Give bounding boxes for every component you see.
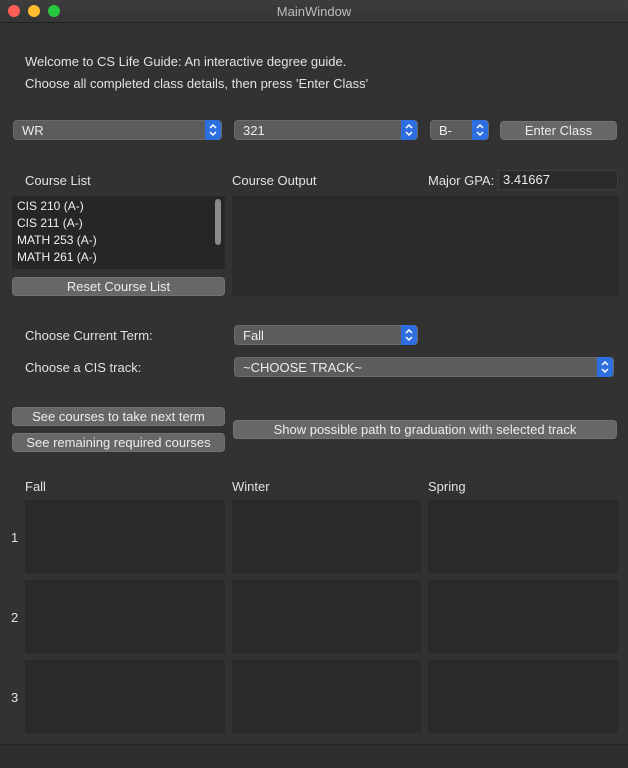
chevron-updown-icon [205, 120, 221, 140]
intro-welcome-text: Welcome to CS Life Guide: An interactive… [25, 54, 347, 69]
graduation-path-button[interactable]: Show possible path to graduation with se… [233, 420, 617, 439]
chevron-updown-icon [472, 120, 488, 140]
grid-row-number: 1 [11, 530, 19, 545]
grid-cell-fall-3 [25, 660, 225, 733]
grid-cell-fall-2 [25, 580, 225, 653]
major-gpa-field[interactable]: 3.41667 [498, 170, 618, 190]
major-gpa-label: Major GPA: [428, 173, 495, 188]
grid-cell-spring-3 [428, 660, 618, 733]
remaining-courses-button[interactable]: See remaining required courses [12, 433, 225, 452]
grid-header-spring: Spring [428, 479, 466, 494]
reset-course-list-button[interactable]: Reset Course List [12, 277, 225, 296]
current-term-label: Choose Current Term: [25, 328, 153, 343]
next-term-courses-button[interactable]: See courses to take next term [12, 407, 225, 426]
grade-select[interactable]: B- [430, 120, 489, 140]
enter-class-button[interactable]: Enter Class [500, 121, 617, 140]
grid-cell-winter-1 [232, 500, 421, 573]
course-number-select-value: 321 [243, 123, 265, 138]
list-item[interactable]: CIS 211 (A-) [17, 216, 83, 230]
list-item[interactable]: CIS 210 (A-) [17, 199, 84, 213]
title-bar: MainWindow [0, 0, 628, 23]
grid-cell-fall-1 [25, 500, 225, 573]
cis-track-label: Choose a CIS track: [25, 360, 142, 375]
cis-track-select[interactable]: ~CHOOSE TRACK~ [234, 357, 614, 377]
subject-select-value: WR [22, 123, 44, 138]
subject-select[interactable]: WR [13, 120, 222, 140]
course-output-label: Course Output [232, 173, 317, 188]
grid-row-number: 2 [11, 610, 19, 625]
grid-row-number: 3 [11, 690, 19, 705]
current-term-select[interactable]: Fall [234, 325, 418, 345]
window-title: MainWindow [276, 4, 352, 19]
grid-header-winter: Winter [232, 479, 270, 494]
course-number-select[interactable]: 321 [234, 120, 418, 140]
grid-cell-spring-1 [428, 500, 618, 573]
course-list[interactable]: CIS 210 (A-) CIS 211 (A-) MATH 253 (A-) … [12, 196, 225, 269]
grade-select-value: B- [439, 123, 452, 138]
grid-cell-winter-3 [232, 660, 421, 733]
status-bar [0, 744, 628, 768]
course-list-scrollbar[interactable] [215, 199, 221, 245]
intro-instructions-text: Choose all completed class details, then… [25, 76, 369, 91]
course-output-panel [232, 196, 618, 296]
chevron-updown-icon [597, 357, 613, 377]
cis-track-select-value: ~CHOOSE TRACK~ [243, 360, 362, 375]
list-item[interactable]: MATH 253 (A-) [17, 233, 97, 247]
course-list-label: Course List [25, 173, 91, 188]
list-item[interactable]: MATH 261 (A-) [17, 250, 97, 264]
grid-header-fall: Fall [25, 479, 46, 494]
chevron-updown-icon [401, 325, 417, 345]
current-term-select-value: Fall [243, 328, 264, 343]
grid-cell-spring-2 [428, 580, 618, 653]
grid-cell-winter-2 [232, 580, 421, 653]
main-window: MainWindow Welcome to CS Life Guide: An … [0, 0, 628, 768]
chevron-updown-icon [401, 120, 417, 140]
